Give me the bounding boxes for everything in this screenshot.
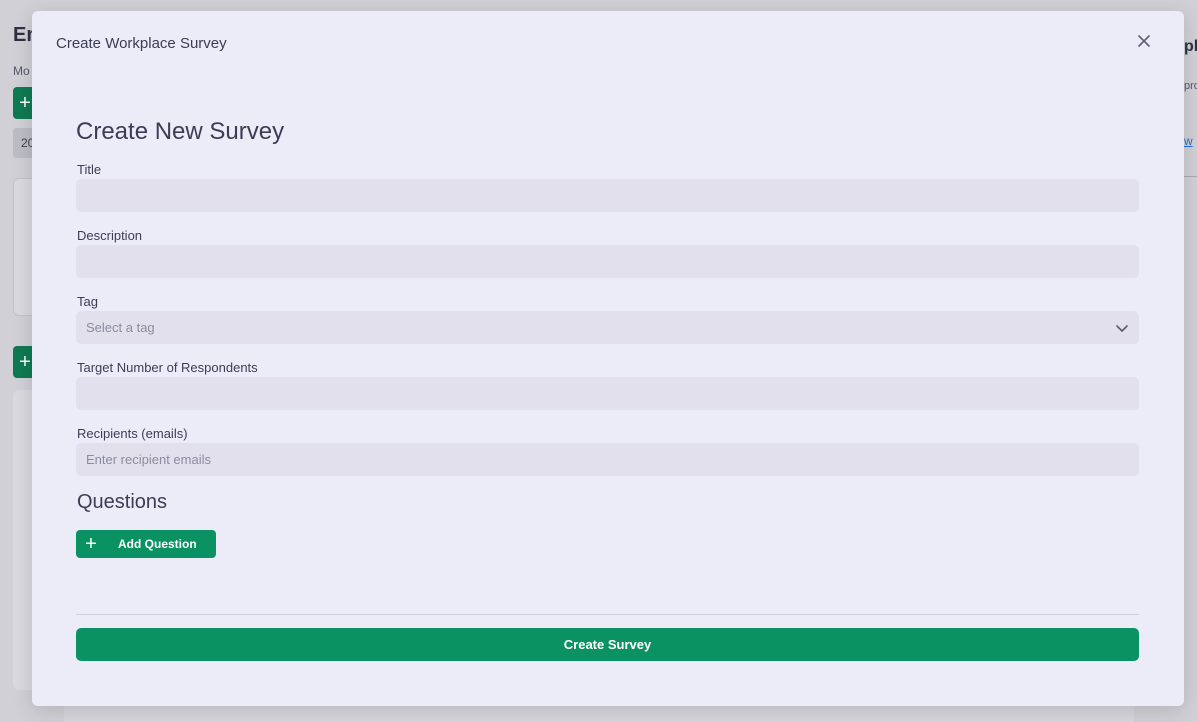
background-right-subtitle: pro (1184, 80, 1197, 92)
modal-title: Create Workplace Survey (56, 35, 227, 52)
background-page-subtitle: Mo (13, 64, 30, 78)
recipients-input[interactable] (76, 443, 1139, 476)
target-respondents-label: Target Number of Respondents (77, 360, 258, 375)
add-question-button[interactable]: + Add Question (76, 530, 216, 558)
tag-select-placeholder: Select a tag (86, 320, 155, 335)
create-survey-modal: Create Workplace Survey Create New Surve… (32, 11, 1184, 706)
description-input[interactable] (76, 245, 1139, 278)
form-heading: Create New Survey (76, 118, 285, 145)
plus-icon: + (85, 533, 97, 555)
chevron-down-icon (1116, 324, 1128, 332)
target-respondents-input[interactable] (76, 377, 1139, 410)
background-right-link: w (1184, 134, 1193, 148)
background-bottom-panel (64, 706, 1134, 722)
tag-select[interactable]: Select a tag (76, 311, 1139, 344)
description-label: Description (77, 228, 143, 243)
close-icon (1138, 35, 1150, 47)
questions-heading: Questions (77, 491, 168, 513)
background-right-divider (1184, 176, 1197, 177)
add-question-label: Add Question (118, 537, 197, 551)
title-input[interactable] (76, 179, 1139, 212)
background-right-title: pl (1184, 38, 1197, 55)
recipients-label: Recipients (emails) (77, 426, 188, 441)
create-survey-button[interactable]: Create Survey (76, 628, 1139, 661)
title-label: Title (77, 162, 102, 177)
form-divider (76, 614, 1139, 615)
close-button[interactable] (1134, 31, 1154, 51)
tag-label: Tag (77, 294, 98, 309)
